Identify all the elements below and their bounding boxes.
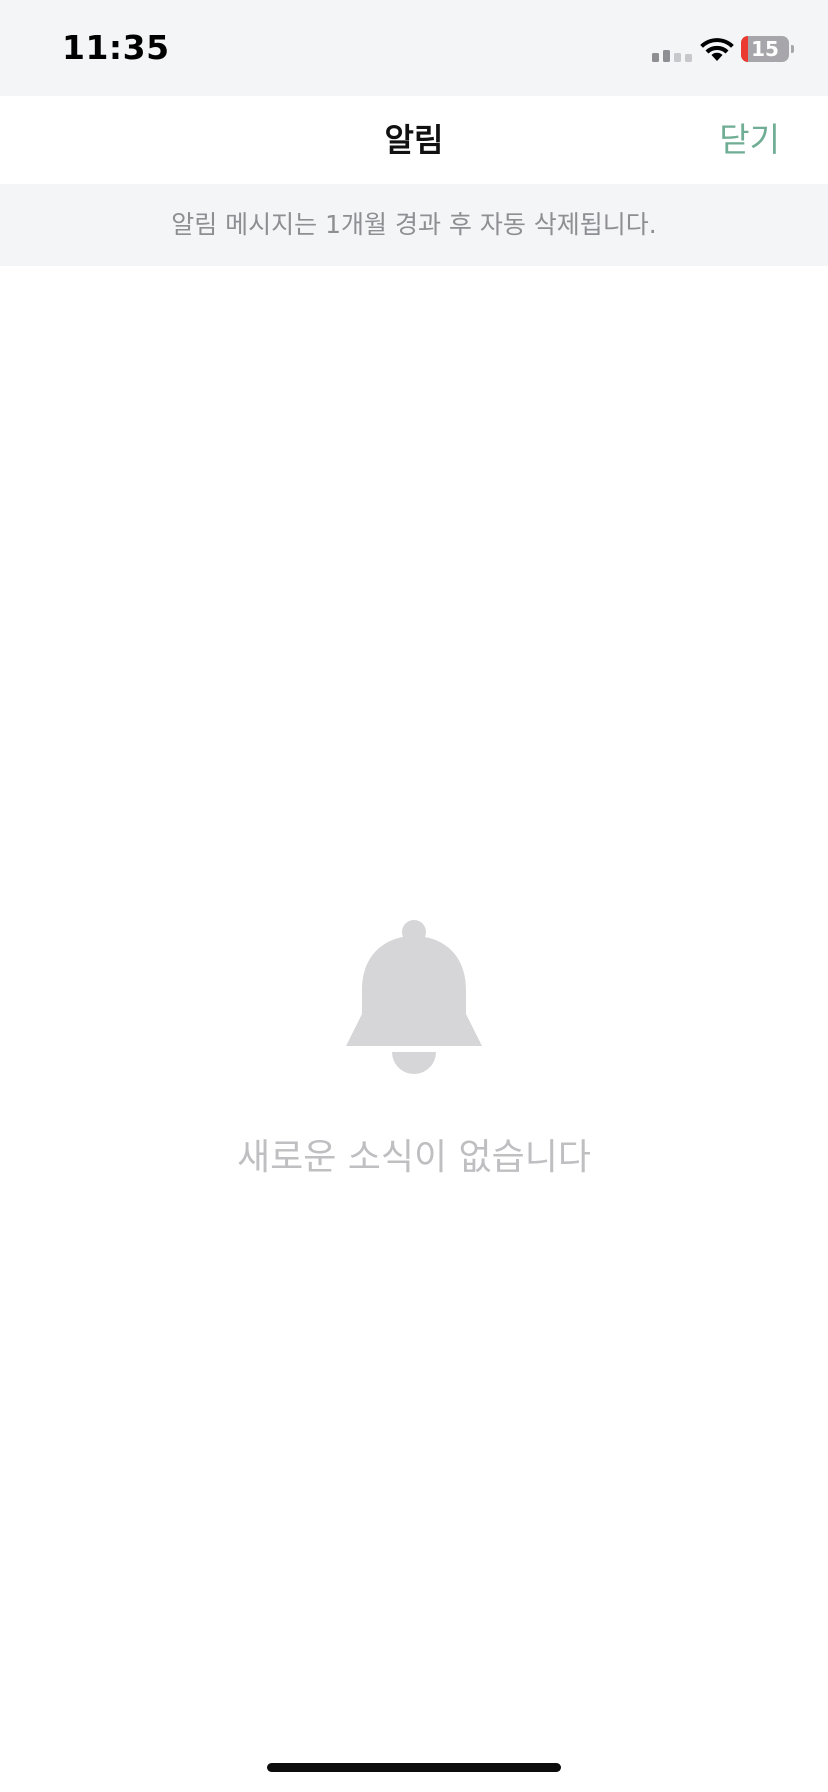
empty-message: 새로운 소식이 없습니다 [236, 1137, 592, 1178]
battery-level-text: 15 [751, 37, 779, 61]
bell-icon [346, 920, 482, 1074]
battery-tip [791, 45, 794, 53]
status-time: 11:35 [62, 28, 170, 67]
nav-header: 알림 닫기 [0, 96, 828, 184]
notifications-screen: 11:35 15 알림 닫기 알림 메시지는 1개월 경과 후 자동 삭제됩니다… [0, 0, 828, 1792]
cellular-signal-icon [652, 50, 692, 62]
home-indicator[interactable] [267, 1763, 561, 1772]
wifi-icon [700, 38, 734, 61]
status-bar: 11:35 15 [0, 0, 828, 96]
info-banner: 알림 메시지는 1개월 경과 후 자동 삭제됩니다. [0, 184, 828, 266]
page-title: 알림 [384, 121, 444, 159]
auto-delete-notice: 알림 메시지는 1개월 경과 후 자동 삭제됩니다. [171, 210, 657, 239]
battery-indicator: 15 [741, 36, 789, 62]
close-button[interactable]: 닫기 [719, 96, 780, 184]
